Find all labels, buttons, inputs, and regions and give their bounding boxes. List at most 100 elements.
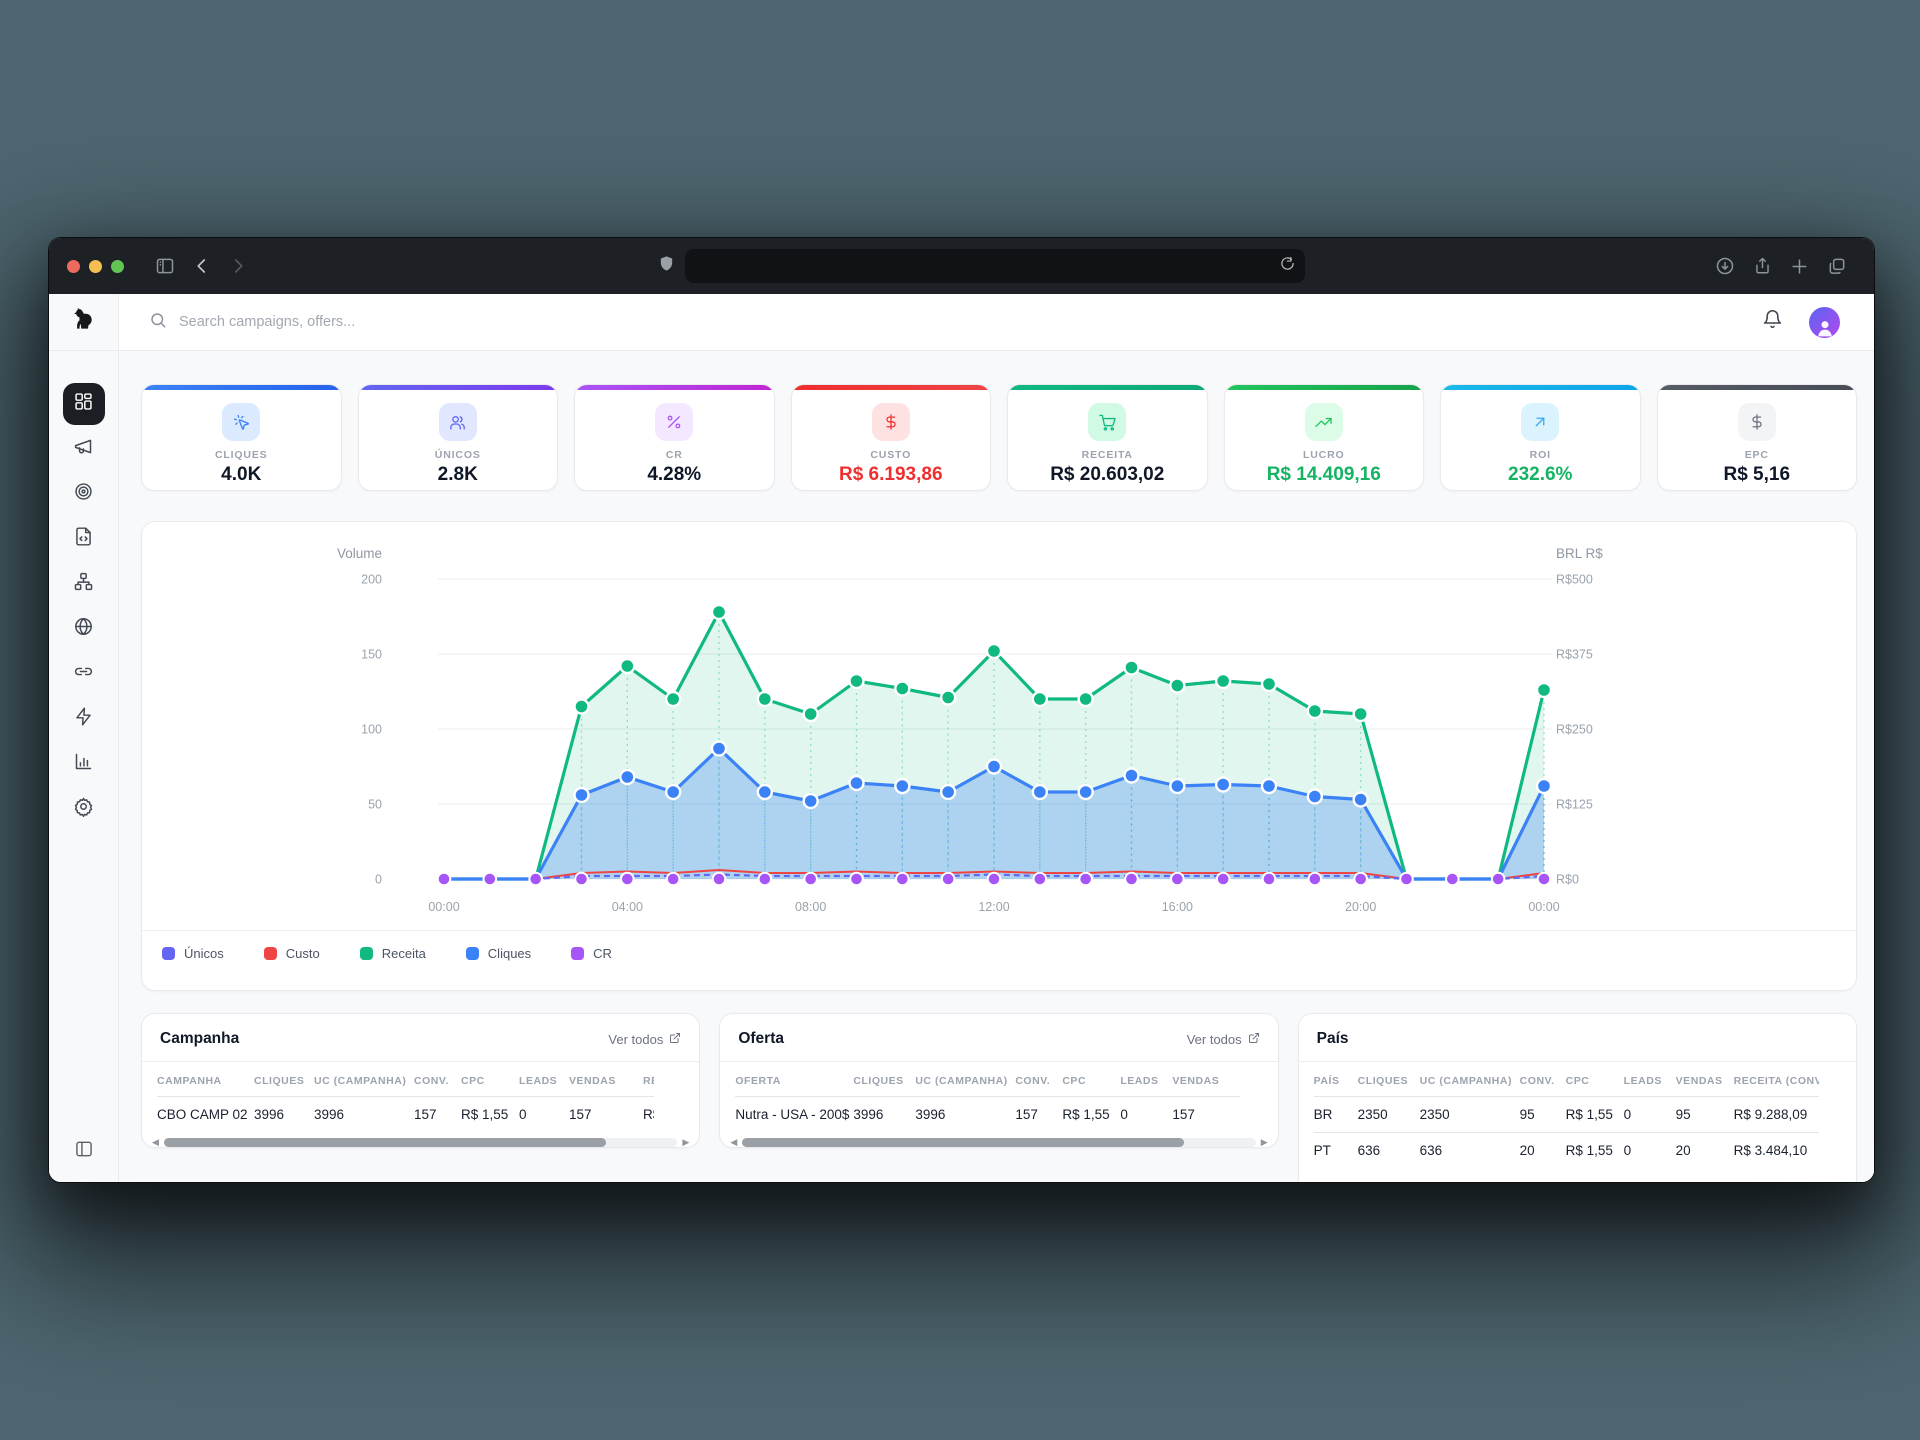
sidebar-item-dashboard-grid[interactable] xyxy=(63,383,105,425)
legend-item-cr[interactable]: CR xyxy=(571,946,612,961)
scrollbar-thumb[interactable] xyxy=(742,1138,1184,1147)
sitemap-icon xyxy=(73,571,94,597)
scrollbar-track[interactable] xyxy=(742,1138,1255,1147)
horizontal-scrollbar[interactable]: ◀▶ xyxy=(720,1132,1277,1147)
scroll-right-icon[interactable]: ▶ xyxy=(1261,1138,1268,1147)
kpi-card--nicos[interactable]: ÚNICOS2.8K xyxy=(358,384,559,491)
table-row[interactable]: CBO CAMP 0239963996157R$ 1,550157R$ xyxy=(157,1096,654,1132)
tab-overview-icon[interactable] xyxy=(1827,256,1847,276)
legend-item-custo[interactable]: Custo xyxy=(264,946,320,961)
sidebar-item-gear[interactable] xyxy=(63,788,105,830)
svg-text:200: 200 xyxy=(361,573,382,587)
kpi-value: 4.28% xyxy=(575,464,774,486)
sidebar-item-lightning[interactable] xyxy=(63,698,105,740)
table-row[interactable]: BR2350235095R$ 1,55095R$ 9.288,09 xyxy=(1314,1096,1819,1132)
share-icon[interactable] xyxy=(1753,256,1772,276)
table-cell: 95 xyxy=(1520,1097,1566,1132)
zoom-button[interactable] xyxy=(111,260,124,273)
app-logo[interactable] xyxy=(49,294,119,350)
sidebar-item-link[interactable] xyxy=(63,653,105,695)
table-cell: LEADS xyxy=(1120,1062,1172,1096)
table-cell: RECEITA xyxy=(643,1062,654,1096)
legend-item-únicos[interactable]: Únicos xyxy=(162,946,224,961)
table-row[interactable]: PT63663620R$ 1,55020R$ 3.484,10 xyxy=(1314,1132,1819,1168)
svg-text:00:00: 00:00 xyxy=(428,900,459,914)
table-cell: RECEITA (CONVERTIDA) xyxy=(1734,1062,1819,1096)
kpi-card-cliques[interactable]: CLIQUES4.0K xyxy=(141,384,342,491)
table-title: Campanha xyxy=(160,1030,239,1048)
browser-window: CLIQUES4.0KÚNICOS2.8K CR 4.28% CUSTOR$ 6.19… xyxy=(49,238,1874,1182)
kpi-card-cr[interactable]: CR 4.28% xyxy=(574,384,775,491)
table-cell: 2350 xyxy=(1358,1097,1420,1132)
svg-text:0: 0 xyxy=(375,873,382,887)
svg-text:R$500: R$500 xyxy=(1556,573,1593,587)
kpi-card-roi[interactable]: ROI232.6% xyxy=(1440,384,1641,491)
sidebar-toggle-icon[interactable] xyxy=(155,256,175,276)
notifications-bell-icon[interactable] xyxy=(1762,309,1783,335)
target-icon xyxy=(73,481,94,507)
table-cell: 20 xyxy=(1520,1133,1566,1168)
sidebar-item-megaphone[interactable] xyxy=(63,428,105,470)
scrollbar-thumb[interactable] xyxy=(164,1138,606,1147)
close-button[interactable] xyxy=(67,260,80,273)
kpi-card-lucro[interactable]: LUCROR$ 14.409,16 xyxy=(1224,384,1425,491)
legend-label: Cliques xyxy=(488,946,531,961)
table-cell: UC (CAMPANHA) xyxy=(314,1062,414,1096)
sidebar-item-target[interactable] xyxy=(63,473,105,515)
table-cell: PAÍS xyxy=(1314,1062,1358,1096)
table-cell: VENDAS xyxy=(1676,1062,1734,1096)
ver-todos-link[interactable]: Ver todos xyxy=(608,1032,681,1047)
kpi-label: ÚNICOS xyxy=(359,449,558,461)
ver-todos-link[interactable]: Ver todos xyxy=(1187,1032,1260,1047)
user-avatar[interactable] xyxy=(1809,307,1840,338)
svg-text:R$125: R$125 xyxy=(1556,798,1593,812)
legend-item-receita[interactable]: Receita xyxy=(360,946,426,961)
minimize-button[interactable] xyxy=(89,260,102,273)
scroll-left-icon[interactable]: ◀ xyxy=(730,1138,737,1147)
sidebar-item-file-code[interactable] xyxy=(63,518,105,560)
legend-label: CR xyxy=(593,946,612,961)
sidebar-item-globe[interactable] xyxy=(63,608,105,650)
table-cell: R$ 9.288,09 xyxy=(1734,1097,1819,1132)
kpi-value: 232.6% xyxy=(1441,464,1640,486)
reload-icon[interactable] xyxy=(1280,256,1295,276)
horizontal-scrollbar[interactable]: ◀▶ xyxy=(142,1132,699,1147)
table-cell: CONV. xyxy=(414,1062,461,1096)
table-row[interactable]: Nutra - USA - 200$39963996157R$ 1,550157 xyxy=(735,1096,1240,1132)
table-cell: Nutra - USA - 200$ xyxy=(735,1097,853,1132)
url-field[interactable] xyxy=(685,249,1305,283)
file-code-icon xyxy=(73,526,94,552)
app-root: CLIQUES4.0KÚNICOS2.8K CR 4.28% CUSTOR$ 6.19… xyxy=(49,294,1874,1182)
globe-icon xyxy=(73,616,94,642)
kpi-row: CLIQUES4.0KÚNICOS2.8K CR 4.28% CUSTOR$ 6.19… xyxy=(141,384,1857,491)
new-tab-icon[interactable] xyxy=(1790,257,1809,276)
traffic-chart[interactable]: VolumeBRL R$200R$500150R$375100R$25050R$… xyxy=(142,536,1857,928)
table-cell: 0 xyxy=(1624,1097,1676,1132)
chart-legend: Únicos Custo Receita Cliques CR xyxy=(142,931,1856,961)
svg-text:50: 50 xyxy=(368,798,382,812)
sidebar-item-bar-chart[interactable] xyxy=(63,743,105,785)
table-cell: 3996 xyxy=(853,1097,915,1132)
kpi-card-custo[interactable]: CUSTOR$ 6.193,86 xyxy=(791,384,992,491)
kpi-card-receita[interactable]: RECEITAR$ 20.603,02 xyxy=(1007,384,1208,491)
scroll-right-icon[interactable]: ▶ xyxy=(682,1138,689,1147)
summary-tables-row: CampanhaVer todosCAMPANHACLIQUESUC (CAMP… xyxy=(141,1013,1857,1182)
legend-item-cliques[interactable]: Cliques xyxy=(466,946,531,961)
scroll-left-icon[interactable]: ◀ xyxy=(152,1138,159,1147)
users-icon xyxy=(439,403,477,441)
global-search xyxy=(119,311,1762,334)
search-input[interactable] xyxy=(179,314,599,330)
legend-swatch xyxy=(264,947,277,960)
sidebar-item-sitemap[interactable] xyxy=(63,563,105,605)
table-cell: 157 xyxy=(414,1097,461,1132)
legend-swatch xyxy=(360,947,373,960)
kpi-label: CR xyxy=(575,449,774,461)
table-card-campanha: CampanhaVer todosCAMPANHACLIQUESUC (CAMP… xyxy=(141,1013,700,1148)
kpi-card-epc[interactable]: EPCR$ 5,16 xyxy=(1657,384,1858,491)
forward-button[interactable] xyxy=(229,257,247,275)
panel-left-icon[interactable] xyxy=(74,1139,94,1164)
downloads-icon[interactable] xyxy=(1715,256,1735,276)
back-button[interactable] xyxy=(193,257,211,275)
kpi-label: RECEITA xyxy=(1008,449,1207,461)
scrollbar-track[interactable] xyxy=(164,1138,677,1147)
